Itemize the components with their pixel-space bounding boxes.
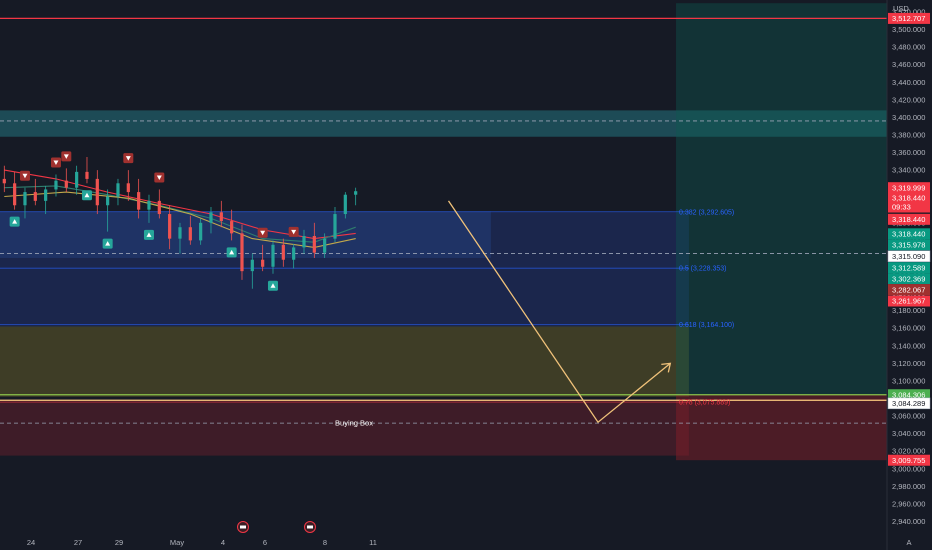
x-tick-label: May — [170, 538, 184, 547]
price-chart[interactable]: 0.382 (3,292.605) 0.5 (3,228.353) 0.618 (3… — [0, 0, 932, 550]
event-icon-glyph — [307, 525, 313, 529]
price-tag-label: 3,009.755 — [892, 456, 925, 465]
candle-body — [178, 227, 182, 239]
price-tag-label: 3,282.067 — [892, 285, 925, 294]
candle-body — [240, 233, 244, 272]
y-tick-label: 3,420.000 — [892, 95, 925, 104]
candle-body — [147, 200, 151, 210]
fib-label: 0.78 (3,075.889) — [679, 400, 730, 407]
price-tag-label: 3,312.589 — [892, 263, 925, 272]
y-tick-label: 3,180.000 — [892, 306, 925, 315]
candle-body — [188, 227, 192, 241]
candle-body — [312, 236, 316, 253]
plot-area: 0.382 (3,292.605) 0.5 (3,228.353) 0.618 (3… — [0, 3, 887, 461]
candle-body — [64, 180, 68, 188]
y-tick-label: 3,360.000 — [892, 148, 925, 157]
candle-body — [106, 196, 110, 206]
candle-body — [281, 244, 285, 260]
candle-body — [116, 183, 120, 197]
candle-body — [54, 180, 58, 190]
auto-scale-toggle[interactable]: A — [906, 538, 911, 547]
candle-body — [75, 171, 79, 188]
fib-box-upper — [0, 211, 689, 327]
y-tick-label: 2,980.000 — [892, 482, 925, 491]
price-tag-label: 3,512.707 — [892, 14, 925, 23]
candle-body — [323, 238, 327, 253]
candle-body — [95, 178, 99, 206]
candle-body — [209, 212, 213, 223]
target-zone — [676, 3, 887, 395]
x-tick-label: 4 — [221, 538, 225, 547]
buying-box-label: Buying Box — [335, 419, 373, 428]
price-tag-label: 3,318.440 — [892, 230, 925, 239]
candle-body — [271, 244, 275, 267]
price-tag-label: 3,318.440 — [892, 215, 925, 224]
x-tick-label: 29 — [115, 538, 123, 547]
price-tag-label: 3,261.967 — [892, 297, 925, 306]
y-tick-label: 3,060.000 — [892, 412, 925, 421]
price-tag-label: 3,084.289 — [892, 399, 925, 408]
y-tick-label: 3,380.000 — [892, 130, 925, 139]
candle-body — [333, 214, 337, 239]
candle-body — [261, 259, 265, 267]
x-tick-label: 8 — [323, 538, 327, 547]
y-tick-label: 3,340.000 — [892, 166, 925, 175]
candle-body — [33, 192, 37, 201]
y-tick-label: 3,500.000 — [892, 25, 925, 34]
candle-body — [23, 192, 27, 206]
price-tag-label: 3,315.090 — [892, 252, 925, 261]
candle-body — [126, 183, 130, 193]
x-tick-label: 27 — [74, 538, 82, 547]
candle-body — [199, 222, 203, 241]
y-tick-label: 2,940.000 — [892, 517, 925, 526]
x-tick-label: 6 — [263, 538, 267, 547]
fib-label: 0.618 (3,164.100) — [679, 322, 734, 329]
candle-body — [85, 171, 89, 179]
candle-body — [343, 194, 347, 215]
candle-body — [302, 236, 306, 248]
price-tag-label: 3,319.999 — [892, 183, 925, 192]
candle-body — [354, 191, 358, 195]
x-tick-label: 24 — [27, 538, 35, 547]
candle-body — [219, 212, 223, 222]
event-icon-glyph — [240, 525, 246, 529]
y-tick-label: 3,100.000 — [892, 376, 925, 385]
candle-body — [44, 189, 48, 201]
fib-box-red — [0, 400, 689, 456]
candle-body — [2, 178, 6, 184]
candle-body — [137, 192, 141, 210]
y-tick-label: 3,040.000 — [892, 429, 925, 438]
price-tag-label: 3,318.440 — [892, 193, 925, 202]
price-axis: USD3,520.0003,500.0003,480.0003,460.0003… — [886, 0, 932, 550]
y-tick-label: 3,460.000 — [892, 60, 925, 69]
time-axis: 24 27 29 May 4 6 8 11 A — [27, 521, 912, 547]
price-tag-label: 3,302.369 — [892, 274, 925, 283]
candle-body — [250, 259, 254, 272]
candle-body — [168, 214, 172, 239]
candle-body — [157, 200, 161, 215]
x-tick-label: 11 — [369, 538, 377, 547]
y-tick-label: 3,020.000 — [892, 447, 925, 456]
fib-box-yellow — [0, 326, 689, 397]
fib-label: 0.382 (3,292.605) — [679, 209, 734, 216]
y-tick-label: 3,160.000 — [892, 324, 925, 333]
candle-body — [292, 247, 296, 260]
y-tick-label: 3,140.000 — [892, 341, 925, 350]
y-tick-label: 2,960.000 — [892, 499, 925, 508]
price-tag-label: 3,315.978 — [892, 240, 925, 249]
candle-body — [13, 183, 17, 206]
price-tag-label: 09:33 — [892, 203, 911, 212]
y-tick-label: 3,400.000 — [892, 113, 925, 122]
y-tick-label: 3,120.000 — [892, 359, 925, 368]
fib-label: 0.5 (3,228.353) — [679, 266, 726, 273]
candle-body — [230, 221, 234, 234]
y-tick-label: 3,480.000 — [892, 43, 925, 52]
y-tick-label: 3,440.000 — [892, 78, 925, 87]
